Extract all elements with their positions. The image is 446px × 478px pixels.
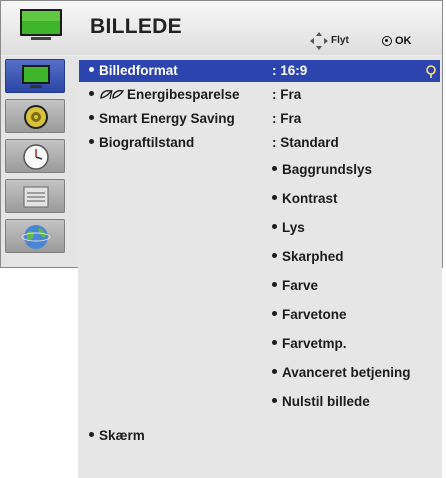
bullet-icon [89, 114, 94, 120]
menu-header [1, 1, 442, 55]
clock-icon [23, 144, 49, 170]
submenu-item-kontrast[interactable]: Kontrast [272, 191, 338, 206]
picture-tv-icon [22, 65, 50, 88]
network-globe-icon [21, 225, 51, 249]
submenu-item-nulstil-billede[interactable]: Nulstil billede [272, 394, 370, 409]
audio-speaker-icon [24, 105, 48, 129]
category-sidebar [1, 56, 78, 267]
bullet-icon [272, 252, 277, 258]
tv-icon [20, 9, 62, 40]
bullet-icon [89, 138, 94, 144]
submenu-item-farvetone[interactable]: Farvetone [272, 307, 347, 322]
menu-item-label: Biograftilstand [99, 135, 195, 150]
menu-item-value: : Fra [272, 87, 302, 102]
bullet-icon [89, 431, 94, 437]
menu-item-skaerm[interactable]: Skærm [89, 428, 145, 443]
bullet-icon [272, 310, 277, 316]
menu-item-energibesparelse[interactable]: Energibesparelse : Fra [89, 87, 301, 102]
submenu-item-label: Nulstil billede [282, 394, 370, 409]
submenu-item-label: Lys [282, 220, 305, 235]
sidebar-item-picture[interactable] [5, 59, 65, 93]
menu-item-smart-energy-saving[interactable]: Smart Energy Saving : Fra [89, 111, 301, 126]
menu-item-value: : Standard [272, 135, 339, 150]
menu-item-label: Energibesparelse [127, 87, 240, 102]
bullet-icon [89, 66, 94, 72]
menu-item-value: : 16:9 [272, 63, 308, 78]
bullet-icon [272, 397, 277, 403]
energy-leaf-icon [100, 90, 125, 100]
menu-item-label: Billedformat [99, 63, 178, 78]
submenu-item-lys[interactable]: Lys [272, 220, 305, 235]
submenu-item-label: Farvetmp. [282, 336, 347, 351]
ok-hint-label: OK [395, 35, 412, 47]
page-title: BILLEDE [90, 15, 182, 38]
bullet-icon [272, 368, 277, 374]
sidebar-item-time[interactable] [5, 139, 65, 173]
submenu-item-skarphed[interactable]: Skarphed [272, 249, 344, 264]
bullet-icon [272, 339, 277, 345]
submenu-item-label: Baggrundslys [282, 162, 373, 177]
submenu-item-label: Kontrast [282, 191, 338, 206]
ok-button-icon [382, 36, 392, 46]
move-hint-label: Flyt [331, 35, 349, 46]
submenu-item-baggrundslys[interactable]: Baggrundslys [272, 162, 372, 177]
menu-item-label: Smart Energy Saving [99, 111, 235, 126]
submenu-item-farvetmp[interactable]: Farvetmp. [272, 336, 347, 351]
submenu-item-avanceret-betjening[interactable]: Avanceret betjening [272, 365, 411, 380]
options-icon [23, 186, 49, 208]
sidebar-item-options[interactable] [5, 179, 65, 213]
submenu-item-label: Skarphed [282, 249, 344, 264]
bullet-icon [272, 165, 277, 171]
location-pin-icon [426, 65, 436, 78]
submenu-item-label: Farve [282, 278, 319, 293]
bullet-icon [272, 281, 277, 287]
menu-item-biograftilstand[interactable]: Biograftilstand : Standard [89, 135, 339, 150]
menu-item-billedformat[interactable]: Billedformat : 16:9 [89, 63, 307, 78]
bullet-icon [272, 194, 277, 200]
navigate-arrows-icon [310, 32, 328, 50]
bullet-icon [89, 90, 94, 96]
submenu-item-farve[interactable]: Farve [272, 278, 318, 293]
submenu-item-label: Avanceret betjening [282, 365, 411, 380]
bullet-icon [272, 223, 277, 229]
submenu-item-label: Farvetone [282, 307, 347, 322]
sidebar-item-network[interactable] [5, 219, 65, 253]
menu-item-value: : Fra [272, 111, 302, 126]
sidebar-item-audio[interactable] [5, 99, 65, 133]
menu-item-label: Skærm [99, 428, 145, 443]
